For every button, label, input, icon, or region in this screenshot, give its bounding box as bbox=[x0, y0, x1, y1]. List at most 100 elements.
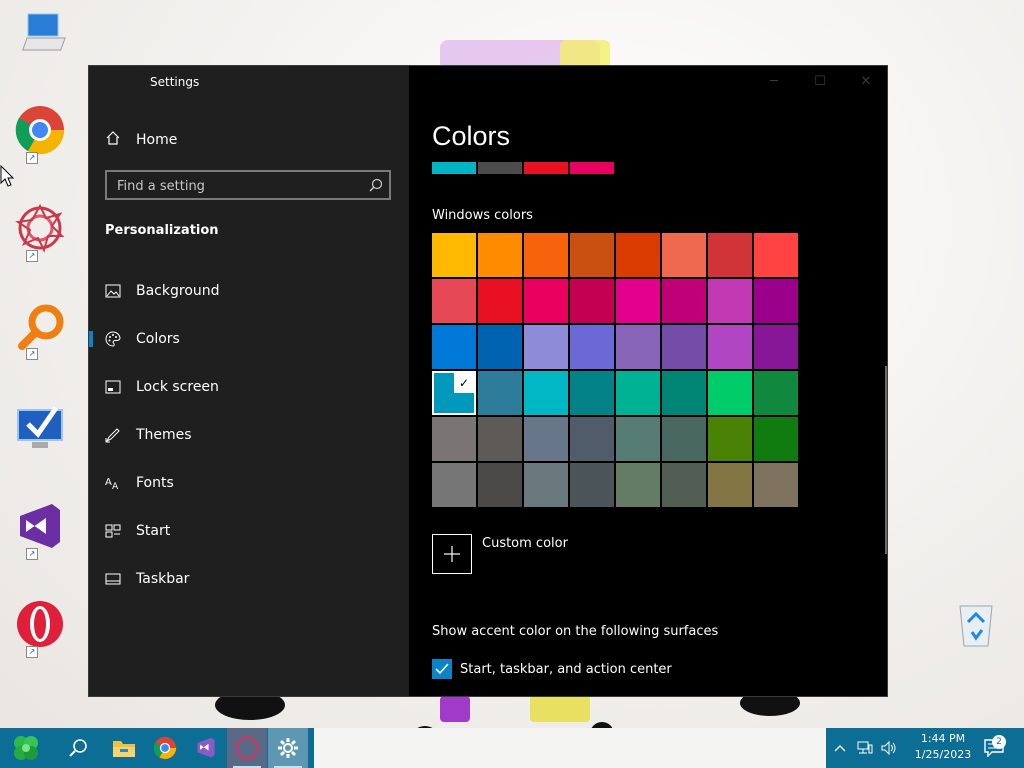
search-input[interactable] bbox=[115, 175, 359, 197]
chrome-icon[interactable]: ↗ bbox=[12, 104, 68, 164]
color-swatch[interactable] bbox=[662, 417, 706, 461]
color-swatch[interactable] bbox=[478, 279, 522, 323]
network-button[interactable] bbox=[854, 728, 876, 768]
color-swatch[interactable] bbox=[524, 371, 568, 415]
nav-item-fonts[interactable]: AA Fonts bbox=[89, 463, 409, 503]
minimize-icon[interactable]: ─ bbox=[751, 66, 797, 98]
color-swatch[interactable] bbox=[478, 417, 522, 461]
this-pc-icon[interactable] bbox=[12, 8, 68, 64]
show-hidden-icons-button[interactable] bbox=[828, 728, 852, 768]
color-swatch[interactable] bbox=[662, 325, 706, 369]
color-swatch[interactable] bbox=[708, 279, 752, 323]
visual-studio-taskbar-button[interactable] bbox=[186, 728, 226, 768]
color-swatch[interactable] bbox=[662, 279, 706, 323]
color-swatch[interactable] bbox=[432, 279, 476, 323]
color-swatch[interactable] bbox=[754, 279, 798, 323]
color-swatch[interactable] bbox=[570, 279, 614, 323]
custom-color-button[interactable] bbox=[432, 534, 472, 574]
color-swatch[interactable] bbox=[524, 325, 568, 369]
app-mandala-icon[interactable]: ↗ bbox=[12, 202, 68, 262]
custom-color-label[interactable]: Custom color bbox=[482, 536, 568, 551]
settings-sidebar: Settings Home Personalization Background bbox=[89, 66, 409, 696]
color-swatch[interactable] bbox=[478, 325, 522, 369]
color-swatch[interactable] bbox=[754, 233, 798, 277]
nav-item-background[interactable]: Background bbox=[89, 271, 409, 311]
color-swatch[interactable] bbox=[616, 371, 660, 415]
monitor-check-icon[interactable] bbox=[12, 400, 68, 456]
notification-count-badge: 2 bbox=[992, 735, 1006, 749]
color-swatch[interactable] bbox=[708, 463, 752, 507]
color-swatch[interactable] bbox=[570, 463, 614, 507]
color-swatch[interactable] bbox=[524, 463, 568, 507]
search-box[interactable] bbox=[105, 170, 391, 200]
lock-screen-icon bbox=[105, 379, 121, 395]
accent-start-taskbar-checkbox[interactable] bbox=[432, 659, 452, 679]
nav-item-colors[interactable]: Colors bbox=[89, 319, 409, 359]
home-icon bbox=[105, 130, 121, 150]
nav-item-taskbar[interactable]: Taskbar bbox=[89, 559, 409, 599]
color-swatch[interactable] bbox=[616, 233, 660, 277]
color-swatch[interactable] bbox=[754, 325, 798, 369]
color-swatch[interactable] bbox=[524, 233, 568, 277]
opera-icon[interactable]: ↗ bbox=[12, 598, 68, 658]
color-swatch[interactable] bbox=[478, 233, 522, 277]
color-swatch[interactable] bbox=[754, 463, 798, 507]
recycle-bin-icon[interactable] bbox=[948, 600, 1004, 656]
start-button[interactable] bbox=[6, 728, 46, 768]
nav-item-themes[interactable]: Themes bbox=[89, 415, 409, 455]
color-swatch[interactable] bbox=[708, 371, 752, 415]
color-swatch[interactable] bbox=[478, 371, 522, 415]
color-swatch[interactable] bbox=[432, 417, 476, 461]
action-center-button[interactable]: 2 bbox=[976, 728, 1012, 768]
nav-home[interactable]: Home bbox=[105, 128, 177, 152]
search-icon bbox=[69, 739, 87, 757]
search-icon[interactable] bbox=[369, 177, 383, 196]
color-swatch[interactable] bbox=[616, 279, 660, 323]
nav-item-start[interactable]: Start bbox=[89, 511, 409, 551]
visual-studio-icon[interactable]: ↗ bbox=[12, 500, 68, 560]
close-icon[interactable]: ✕ bbox=[843, 66, 887, 98]
accent-start-taskbar-checkbox-row[interactable]: Start, taskbar, and action center bbox=[432, 659, 672, 679]
network-icon bbox=[857, 741, 873, 754]
nav-item-lock-screen[interactable]: Lock screen bbox=[89, 367, 409, 407]
search-magnifier-icon[interactable]: ↗ bbox=[12, 300, 68, 360]
opera-taskbar-button[interactable] bbox=[227, 728, 267, 768]
color-swatch[interactable] bbox=[708, 233, 752, 277]
settings-taskbar-button[interactable] bbox=[268, 728, 308, 768]
color-swatch[interactable] bbox=[616, 463, 660, 507]
file-explorer-icon bbox=[113, 741, 135, 757]
themes-icon bbox=[105, 427, 121, 443]
color-swatch[interactable] bbox=[708, 325, 752, 369]
checkmark-icon: ✓ bbox=[454, 373, 474, 393]
color-swatch[interactable] bbox=[570, 417, 614, 461]
window-title: Settings bbox=[150, 75, 200, 89]
color-swatch[interactable] bbox=[754, 371, 798, 415]
color-swatch[interactable] bbox=[662, 463, 706, 507]
color-swatch[interactable] bbox=[662, 371, 706, 415]
color-swatch[interactable] bbox=[432, 233, 476, 277]
chrome-taskbar-button[interactable] bbox=[145, 728, 185, 768]
color-swatch[interactable] bbox=[478, 463, 522, 507]
color-swatch[interactable] bbox=[570, 233, 614, 277]
color-swatch[interactable] bbox=[432, 325, 476, 369]
color-swatch[interactable] bbox=[708, 417, 752, 461]
color-swatch[interactable] bbox=[432, 463, 476, 507]
section-title: Personalization bbox=[105, 223, 219, 238]
taskbar-icon bbox=[105, 571, 121, 587]
color-swatch[interactable] bbox=[616, 325, 660, 369]
color-swatch[interactable] bbox=[524, 417, 568, 461]
color-swatch[interactable] bbox=[754, 417, 798, 461]
preview-color-block bbox=[432, 162, 476, 174]
volume-button[interactable] bbox=[878, 728, 900, 768]
color-swatch[interactable] bbox=[570, 371, 614, 415]
color-swatch[interactable] bbox=[616, 417, 660, 461]
taskbar-search-button[interactable] bbox=[58, 728, 98, 768]
color-swatch[interactable] bbox=[524, 279, 568, 323]
file-explorer-button[interactable] bbox=[104, 728, 144, 768]
color-swatch[interactable] bbox=[570, 325, 614, 369]
taskbar-clock[interactable]: 1:44 PM 1/25/2023 bbox=[906, 731, 980, 763]
color-swatch-selected[interactable]: ✓ bbox=[432, 371, 476, 415]
maximize-icon[interactable]: ☐ bbox=[797, 66, 843, 98]
scrollbar[interactable] bbox=[885, 366, 887, 554]
color-swatch[interactable] bbox=[662, 233, 706, 277]
